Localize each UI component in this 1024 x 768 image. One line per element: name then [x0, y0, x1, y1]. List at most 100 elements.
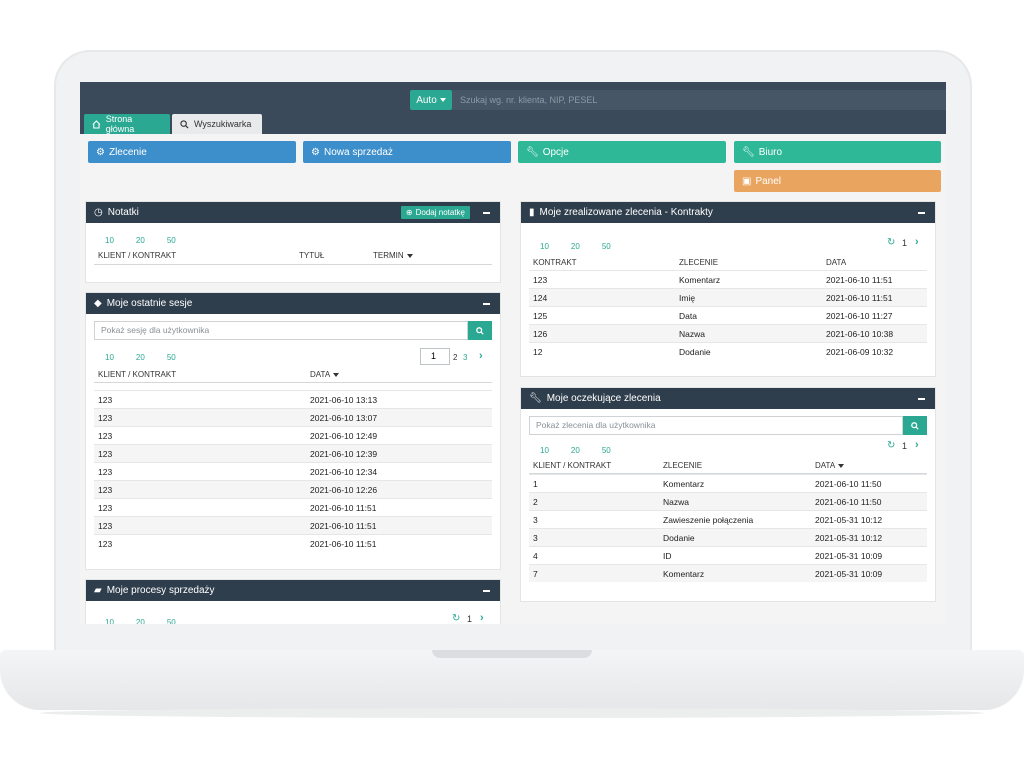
column-header[interactable]: KLIENT / KONTRAKT: [533, 461, 611, 470]
table-row[interactable]: 12 Dodanie 2021-06-09 10:32: [529, 342, 927, 360]
table-row[interactable]: 1 Komentarz 2021-06-10 11:50: [529, 474, 927, 492]
tab-home[interactable]: Strona główna: [84, 114, 170, 134]
pending-orders-panel: 🔧︎ Moje oczekujące zlecenia Pokaż zlecen…: [520, 387, 936, 602]
sessions-search-input[interactable]: Pokaż sesję dla użytkownika: [94, 321, 468, 340]
client-search-input[interactable]: Szukaj wg. nr. klienta, NIP, PESEL: [452, 90, 946, 110]
column-header[interactable]: KLIENT / KONTRAKT: [98, 251, 176, 260]
table-row[interactable]: 123 2021-06-10 11:51: [94, 498, 492, 516]
table-row[interactable]: 7 Komentarz 2021-05-31 10:09: [529, 564, 927, 582]
page-size-option[interactable]: 20: [571, 446, 580, 455]
table-row[interactable]: 123 Komentarz 2021-06-10 11:51: [529, 270, 927, 288]
column-header[interactable]: ZLECENIE: [663, 461, 702, 470]
column-header[interactable]: KLIENT / KONTRAKT: [98, 370, 176, 379]
table-row[interactable]: 4 ID 2021-05-31 10:09: [529, 546, 927, 564]
column-header[interactable]: TYTUŁ: [299, 251, 324, 260]
auto-dropdown-button[interactable]: Auto: [410, 90, 452, 110]
page-input[interactable]: 1: [420, 348, 450, 365]
table-row[interactable]: 125 Data 2021-06-10 11:27: [529, 306, 927, 324]
date-cell: 2021-06-10 11:51: [310, 503, 377, 513]
table-row[interactable]: 123 2021-06-10 11:51: [94, 516, 492, 534]
column-header[interactable]: TERMIN: [373, 251, 413, 260]
table-row[interactable]: 123 2021-06-10 12:49: [94, 426, 492, 444]
next-page-icon[interactable]: ›: [915, 236, 919, 248]
pending-search-input[interactable]: Pokaż zlecenia dla użytkownika: [529, 416, 903, 435]
tab-search[interactable]: Wyszukiwarka: [172, 114, 262, 134]
page-size-selector: 10 20 50: [105, 236, 176, 245]
next-page-icon[interactable]: ›: [480, 612, 484, 624]
new-sale-button[interactable]: ⚙ Nowa sprzedaż: [303, 141, 511, 163]
panel-button[interactable]: ▣ Panel: [734, 170, 941, 192]
wrench-icon: 🔧︎: [529, 393, 542, 404]
page-size-option[interactable]: 50: [167, 618, 176, 624]
refresh-icon[interactable]: ↻: [452, 613, 460, 624]
date-cell: 2021-06-10 11:51: [826, 275, 893, 285]
office-button[interactable]: 🔧︎ Biuro: [734, 141, 941, 163]
table-row[interactable]: 123 2021-06-10 13:13: [94, 390, 492, 408]
collapse-icon[interactable]: [483, 303, 490, 305]
sales-processes-header: ▰ Moje procesy sprzedaży: [86, 580, 500, 601]
table-row[interactable]: 123 2021-06-10 12:34: [94, 462, 492, 480]
page-size-option[interactable]: 10: [540, 446, 549, 455]
date-cell: 2021-06-10 10:38: [826, 329, 894, 339]
page-size-option[interactable]: 50: [167, 236, 176, 245]
page-size-option[interactable]: 20: [571, 242, 580, 251]
column-header[interactable]: KONTRAKT: [533, 258, 577, 267]
column-header[interactable]: DATA: [826, 258, 846, 267]
client-cell: 1: [533, 479, 538, 489]
date-cell: 2021-06-10 13:07: [310, 413, 378, 423]
next-page-icon[interactable]: ›: [479, 350, 483, 362]
table-row[interactable]: 123 2021-06-10 11:51: [94, 534, 492, 552]
table-row[interactable]: 124 Imię 2021-06-10 11:51: [529, 288, 927, 306]
date-cell: 2021-06-10 13:13: [310, 395, 378, 405]
page-size-option[interactable]: 10: [105, 236, 114, 245]
add-note-button[interactable]: ⊕ Dodaj notatkę: [400, 206, 470, 219]
page-size-option[interactable]: 10: [105, 618, 114, 624]
page-size-option[interactable]: 50: [602, 242, 611, 251]
page-size-option[interactable]: 50: [167, 353, 176, 362]
page-size-selector: 10 20 50: [105, 618, 176, 624]
next-page-icon[interactable]: ›: [915, 439, 919, 451]
order-cell: Dodanie: [679, 347, 711, 357]
client-cell: 123: [98, 467, 113, 477]
page-size-option[interactable]: 20: [136, 618, 145, 624]
column-header-label: DATA: [310, 370, 331, 379]
refresh-icon[interactable]: ↻: [887, 237, 895, 248]
client-cell: 123: [98, 413, 113, 423]
column-header[interactable]: DATA: [815, 461, 845, 470]
contract-cell: 125: [533, 311, 548, 321]
date-cell: 2021-06-10 11:50: [815, 497, 882, 507]
options-button[interactable]: 🔧︎ Opcje: [518, 141, 726, 163]
contract-cell: 123: [533, 275, 548, 285]
page-size-option[interactable]: 10: [105, 353, 114, 362]
column-header[interactable]: DATA: [310, 370, 340, 379]
table-row[interactable]: 123 2021-06-10 13:07: [94, 408, 492, 426]
column-header-label: DATA: [815, 461, 836, 470]
sort-icon: [838, 464, 845, 468]
sessions-search-button[interactable]: [468, 321, 492, 340]
tab-search-label: Wyszukiwarka: [194, 119, 252, 129]
page-number: 1: [467, 614, 473, 624]
table-row[interactable]: 126 Nazwa 2021-06-10 10:38: [529, 324, 927, 342]
collapse-icon[interactable]: [918, 212, 925, 214]
table-row[interactable]: 3 Dodanie 2021-05-31 10:12: [529, 528, 927, 546]
page-size-option[interactable]: 20: [136, 353, 145, 362]
column-header[interactable]: ZLECENIE: [679, 258, 718, 267]
collapse-icon[interactable]: [483, 590, 490, 592]
page-size-option[interactable]: 10: [540, 242, 549, 251]
zlecenie-button[interactable]: ⚙ Zlecenie: [88, 141, 296, 163]
table-row[interactable]: 123 2021-06-10 12:39: [94, 444, 492, 462]
collapse-icon[interactable]: [918, 398, 925, 400]
page-size-option[interactable]: 50: [602, 446, 611, 455]
client-cell: 123: [98, 521, 113, 531]
collapse-icon[interactable]: [483, 212, 490, 214]
table-row[interactable]: 3 Zawieszenie połączenia 2021-05-31 10:12: [529, 510, 927, 528]
date-cell: 2021-06-10 11:50: [815, 479, 882, 489]
table-row[interactable]: 2 Nazwa 2021-06-10 11:50: [529, 492, 927, 510]
page-size-option[interactable]: 20: [136, 236, 145, 245]
page-link[interactable]: 2: [453, 353, 457, 362]
pending-search-button[interactable]: [903, 416, 927, 435]
page-link[interactable]: 3: [463, 353, 467, 362]
table-row[interactable]: 123 2021-06-10 12:26: [94, 480, 492, 498]
refresh-icon[interactable]: ↻: [887, 440, 895, 451]
auto-label: Auto: [416, 94, 437, 106]
